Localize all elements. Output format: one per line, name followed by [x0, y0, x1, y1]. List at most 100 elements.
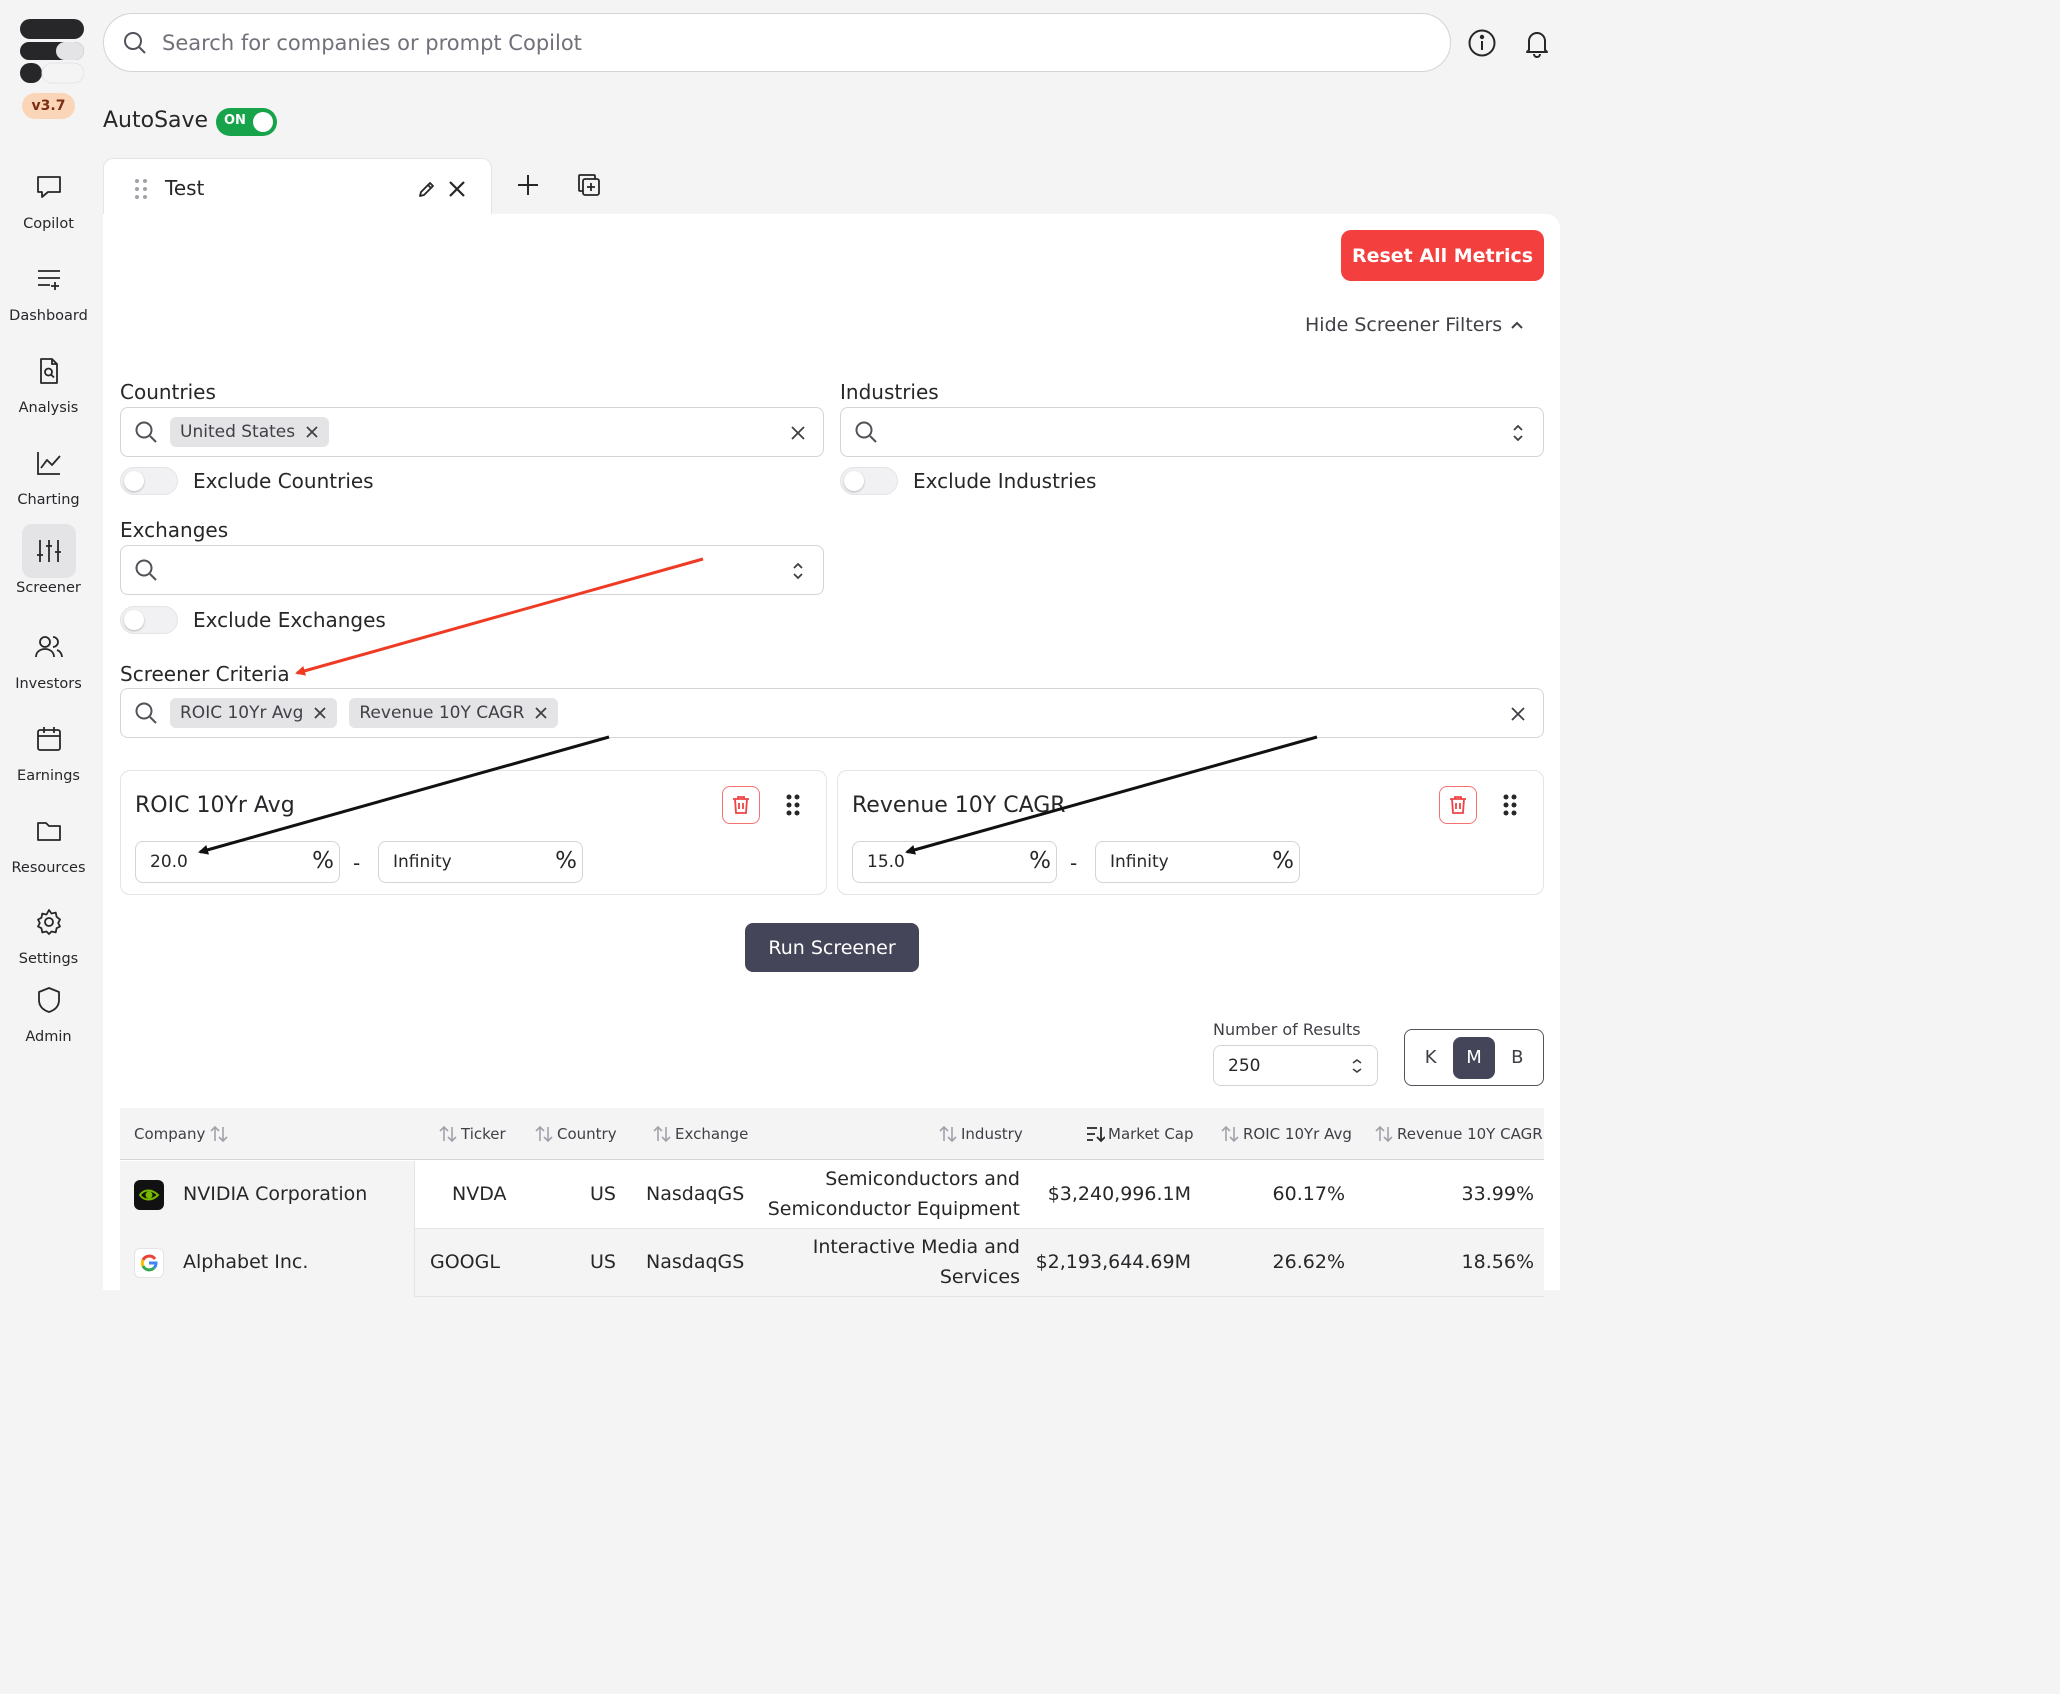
folder-icon	[22, 804, 76, 858]
sort-desc-icon	[1087, 1127, 1105, 1143]
autosave-toggle[interactable]: ON	[216, 108, 277, 136]
revenue-cagr-min-input[interactable]: 15.0 %	[852, 841, 1057, 883]
screener-criteria-label: Screener Criteria	[120, 662, 290, 686]
remove-chip-icon[interactable]	[534, 706, 548, 720]
trash-icon	[733, 796, 749, 814]
roic-min-input[interactable]: 20.0 %	[135, 841, 340, 883]
col-company[interactable]: Company	[134, 1125, 229, 1143]
exchange: NasdaqGS	[646, 1251, 745, 1273]
sort-icon	[1375, 1125, 1393, 1143]
exchanges-select[interactable]	[120, 545, 824, 595]
chip-roic-10yr-avg: ROIC 10Yr Avg	[170, 698, 338, 728]
table-row[interactable]: Alphabet Inc. GOOGL US NasdaqGS Interact…	[120, 1229, 1544, 1297]
roic: 26.62%	[1272, 1251, 1345, 1273]
countries-label: Countries	[120, 380, 216, 404]
global-search[interactable]	[103, 13, 1451, 72]
market-cap: $2,193,644.69M	[1035, 1251, 1191, 1273]
close-tab-icon[interactable]	[447, 179, 467, 199]
col-country[interactable]: Country	[534, 1125, 617, 1143]
sidebar-item-copilot[interactable]: Copilot	[0, 160, 97, 244]
table-row[interactable]: NVIDIA Corporation NVDA US NasdaqGS Semi…	[120, 1161, 1544, 1229]
col-roic[interactable]: ROIC 10Yr Avg	[1220, 1125, 1352, 1143]
industries-label: Industries	[840, 380, 939, 404]
roic-max-input[interactable]: Infinity %	[378, 841, 583, 883]
drag-handle-icon[interactable]	[1502, 793, 1518, 817]
drag-handle-icon[interactable]	[134, 178, 148, 200]
trash-icon	[1450, 796, 1466, 814]
countries-select[interactable]: United States	[120, 407, 824, 457]
industries-select[interactable]	[840, 407, 1544, 457]
sidebar: v3.7 Copilot Dashboard Analysis Charting	[0, 0, 97, 1290]
run-screener-button[interactable]: Run Screener	[745, 923, 919, 972]
info-icon[interactable]	[1465, 26, 1499, 60]
sort-icon	[653, 1125, 671, 1143]
remove-chip-icon[interactable]	[313, 706, 327, 720]
app-logo	[20, 19, 84, 84]
duplicate-tab-icon[interactable]	[574, 170, 604, 200]
exchange: NasdaqGS	[646, 1183, 745, 1205]
company-name[interactable]: NVIDIA Corporation	[183, 1183, 367, 1205]
exclude-industries-label: Exclude Industries	[913, 469, 1097, 493]
version-badge: v3.7	[22, 93, 75, 119]
chevron-up-down-icon[interactable]	[787, 560, 809, 582]
sidebar-item-resources[interactable]: Resources	[0, 804, 97, 888]
sidebar-item-analysis[interactable]: Analysis	[0, 344, 97, 428]
exclude-countries-toggle[interactable]	[120, 467, 178, 495]
google-logo-icon	[134, 1248, 164, 1278]
chevron-up-icon	[1511, 321, 1523, 329]
delete-criteria-button[interactable]	[722, 786, 760, 824]
col-industry[interactable]: Industry	[938, 1125, 1023, 1143]
remove-chip-icon[interactable]	[305, 425, 319, 439]
chevron-up-down-icon[interactable]	[1507, 422, 1529, 444]
chevron-up-down-icon	[1352, 1059, 1362, 1073]
criteria-card-roic: ROIC 10Yr Avg 20.0 % - Infinity %	[120, 770, 827, 895]
search-icon	[124, 31, 146, 54]
sidebar-item-admin[interactable]: Admin	[0, 973, 97, 1057]
hide-screener-filters-button[interactable]: Hide Screener Filters	[1305, 314, 1524, 336]
number-of-results-select[interactable]: 250	[1213, 1045, 1378, 1086]
search-icon	[855, 421, 877, 443]
industry: Semiconductors and	[825, 1168, 1020, 1190]
delete-criteria-button[interactable]	[1439, 786, 1477, 824]
chip-united-states: United States	[170, 417, 330, 447]
sort-icon	[210, 1125, 228, 1143]
unit-b-button[interactable]: B	[1496, 1037, 1538, 1079]
shield-icon	[22, 973, 76, 1027]
company-name[interactable]: Alphabet Inc.	[183, 1251, 308, 1273]
criteria-title: Revenue 10Y CAGR	[852, 793, 1066, 818]
col-revenue-cagr[interactable]: Revenue 10Y CAGR	[1374, 1125, 1543, 1143]
revenue-cagr-max-input[interactable]: Infinity %	[1095, 841, 1300, 883]
unit-k-button[interactable]: K	[1410, 1037, 1452, 1079]
search-input[interactable]	[162, 30, 1362, 55]
edit-icon[interactable]	[417, 179, 437, 199]
bell-icon[interactable]	[1520, 26, 1554, 60]
clear-icon[interactable]	[787, 422, 809, 444]
unit-m-button[interactable]: M	[1452, 1036, 1495, 1079]
exclude-exchanges-toggle[interactable]	[120, 606, 178, 634]
app-root: v3.7 Copilot Dashboard Analysis Charting	[0, 0, 1568, 1297]
col-market-cap[interactable]: Market Cap	[1085, 1125, 1194, 1143]
criteria-card-revenue-cagr: Revenue 10Y CAGR 15.0 % - Infinity %	[837, 770, 1544, 895]
sidebar-item-settings[interactable]: Settings	[0, 895, 97, 979]
number-of-results-label: Number of Results	[1213, 1020, 1361, 1039]
drag-handle-icon[interactable]	[785, 793, 801, 817]
tab-test[interactable]: Test	[103, 158, 492, 218]
sidebar-item-earnings[interactable]: Earnings	[0, 712, 97, 796]
sidebar-item-dashboard[interactable]: Dashboard	[0, 252, 97, 336]
results-table-header: Company Ticker Country Exchange Industry…	[120, 1108, 1544, 1160]
exclude-industries-toggle[interactable]	[840, 467, 898, 495]
sidebar-item-screener[interactable]: Screener	[0, 524, 97, 608]
clear-icon[interactable]	[1507, 703, 1529, 725]
reset-all-metrics-button[interactable]: Reset All Metrics	[1341, 230, 1544, 281]
col-ticker[interactable]: Ticker	[438, 1125, 506, 1143]
tab-label: Test	[165, 176, 205, 200]
gear-icon	[22, 895, 76, 949]
col-exchange[interactable]: Exchange	[652, 1125, 748, 1143]
screener-criteria-select[interactable]: ROIC 10Yr Avg Revenue 10Y CAGR	[120, 688, 1544, 738]
calendar-icon	[22, 712, 76, 766]
sidebar-item-investors[interactable]: Investors	[0, 620, 97, 704]
sidebar-item-charting[interactable]: Charting	[0, 436, 97, 520]
add-tab-icon[interactable]	[513, 170, 543, 200]
ticker: NVDA	[452, 1183, 507, 1205]
unit-selector: K M B	[1404, 1029, 1544, 1086]
